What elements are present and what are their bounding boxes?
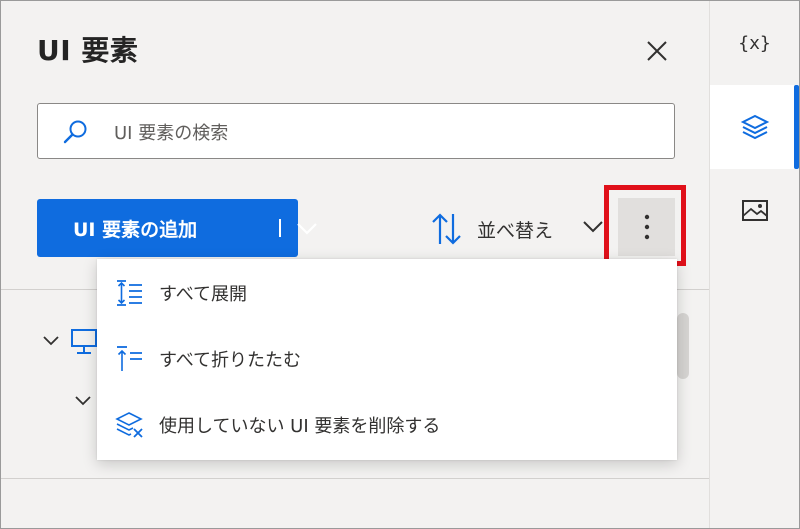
window: UI 要素 UI 要素の追加 並べ替え [0,0,800,529]
remove-unused-icon [115,412,143,438]
ui-elements-panel: UI 要素 UI 要素の追加 並べ替え [1,1,710,528]
search-icon [63,120,87,144]
search-box[interactable] [37,103,675,159]
split-divider [279,219,281,237]
close-button[interactable] [641,35,673,67]
divider-bottom [1,478,709,479]
tree-expand-chevron-icon[interactable] [73,393,93,409]
rail-ui-elements-button[interactable] [710,85,799,169]
menu-item-remove-unused[interactable]: 使用していない UI 要素を削除する [97,395,677,455]
screen-icon [71,329,97,354]
menu-item-collapse-all[interactable]: すべて折りたたむ [97,329,677,389]
sort-chevron-down-icon[interactable] [581,217,605,237]
collapse-all-icon [117,346,142,371]
rail-variables-button[interactable]: {x} [710,1,799,85]
more-options-button[interactable] [618,198,675,256]
tree-expand-chevron-icon[interactable] [41,333,61,349]
rail-images-button[interactable] [710,169,799,253]
scrollbar-thumb[interactable] [677,313,689,379]
search-input[interactable] [112,117,656,149]
side-rail: {x} [710,1,799,528]
more-options-menu: すべて展開 すべて折りたたむ 使用していない UI 要素を削除する [97,259,677,460]
more-vertical-icon [644,214,649,240]
menu-item-label: すべて折りたたむ [159,350,302,371]
sort-button[interactable]: 並べ替え [431,207,553,251]
layers-icon [740,114,769,140]
sort-label: 並べ替え [477,219,554,242]
panel-title: UI 要素 [37,34,139,67]
menu-item-label: すべて展開 [159,284,248,305]
chevron-down-icon[interactable] [295,218,319,238]
add-ui-element-button[interactable]: UI 要素の追加 [37,199,317,257]
expand-all-icon [117,280,142,306]
add-ui-element-label: UI 要素の追加 [73,218,198,241]
active-indicator [794,85,799,169]
variables-icon: {x} [738,32,771,54]
image-icon [741,200,768,221]
close-icon [647,41,667,61]
menu-item-expand-all[interactable]: すべて展開 [97,263,677,323]
sort-icon [432,213,461,245]
menu-item-label: 使用していない UI 要素を削除する [159,416,441,437]
